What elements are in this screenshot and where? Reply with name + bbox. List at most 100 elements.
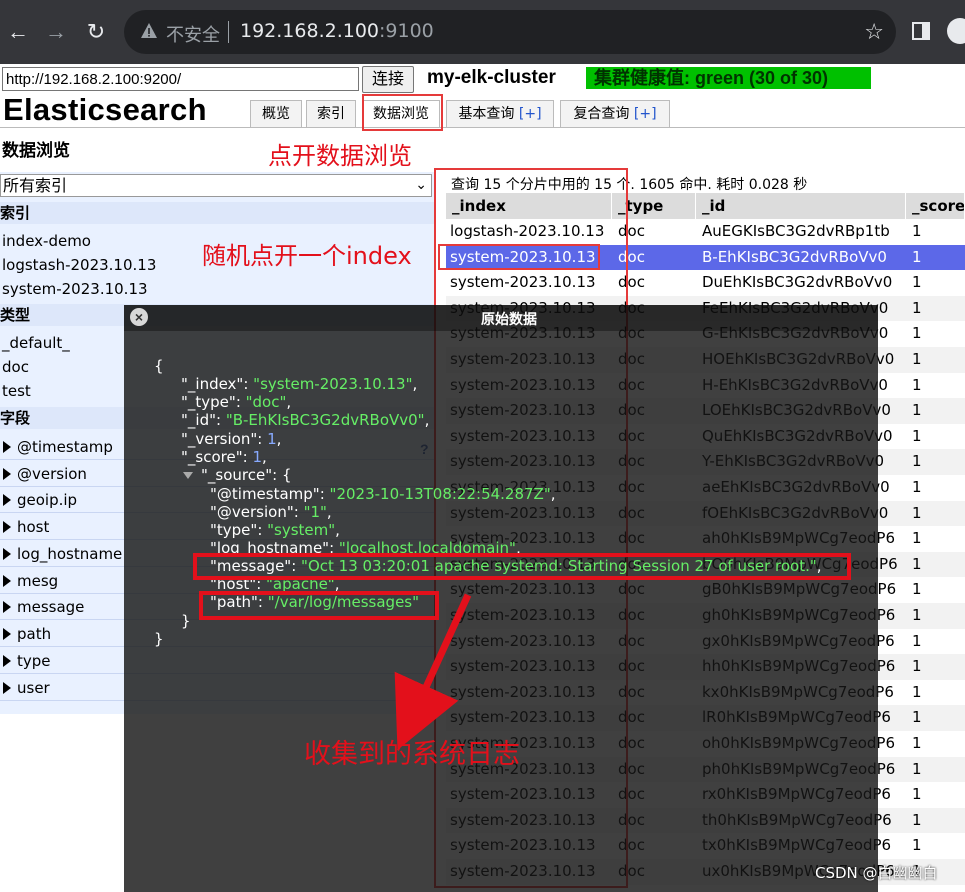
cell-score: 1 [912, 478, 922, 496]
expand-triangle-icon [3, 682, 11, 694]
side-panel-icon[interactable] [912, 22, 930, 40]
field-label: @version [17, 465, 87, 483]
index-item[interactable]: index-demo [2, 232, 91, 250]
reload-button[interactable]: ↻ [78, 14, 114, 50]
json-key: "@version" [210, 503, 294, 521]
highlight-box-path [199, 591, 439, 620]
url-text[interactable]: 192.168.2.100:9100 [240, 20, 434, 42]
json-line: "@timestamp": "2023-10-13T08:22:54.287Z"… [210, 485, 556, 503]
highlight-box-browse-tab [362, 94, 443, 131]
type-item[interactable]: test [2, 382, 31, 400]
annotation-open-index: 随机点开一个index [202, 242, 412, 270]
json-key: "_source" [201, 466, 273, 484]
tab-overview[interactable]: 概览 [250, 100, 302, 127]
app-title: Elasticsearch [3, 92, 207, 127]
cell-score: 1 [912, 708, 922, 727]
cell-score: 1 [912, 606, 922, 624]
expand-triangle-icon [3, 575, 11, 587]
cell-score: 1 [912, 401, 922, 420]
cell-id: DuEhKIsBC3G2dvRBoVv0 [702, 273, 893, 292]
json-key: "@timestamp" [210, 485, 320, 503]
expand-triangle-icon [3, 628, 11, 640]
json-brace: } [154, 630, 164, 648]
json-value: 1 [267, 430, 277, 448]
json-brace: } [181, 612, 191, 630]
reload-icon: ↻ [86, 19, 106, 44]
url-port: :9100 [379, 20, 434, 42]
collapse-triangle-icon[interactable] [183, 472, 193, 479]
cell-score: 1 [912, 580, 922, 599]
tab-indices[interactable]: 索引 [306, 100, 356, 127]
highlight-box-selected-row [438, 244, 600, 270]
cell-score: 1 [912, 426, 922, 445]
json-punct: , [424, 411, 430, 429]
type-item[interactable]: doc [2, 358, 29, 376]
column-header-score[interactable]: _score [906, 193, 965, 219]
cell-score: 1 [912, 785, 922, 804]
url-host: 192.168.2.100 [240, 20, 380, 42]
cell-id: B-EhKIsBC3G2dvRBoVv0 [702, 247, 887, 266]
json-key: "_index" [181, 375, 244, 393]
json-key: "_type" [181, 393, 236, 411]
warning-icon [141, 23, 157, 38]
json-line: } [154, 630, 164, 648]
tab-compound-query[interactable]: 复合查询 [+] [560, 100, 670, 127]
json-value: "system-2023.10.13" [253, 375, 413, 393]
index-select[interactable]: 所有索引 ⌄ [0, 174, 432, 197]
tab-divider [0, 127, 965, 128]
json-line[interactable]: "_source": { [183, 466, 292, 484]
expand-triangle-icon [3, 548, 11, 560]
json-value: "1" [303, 503, 327, 521]
json-punct: { [281, 466, 292, 484]
column-header-id[interactable]: _id [696, 193, 906, 219]
field-label: log_hostname [17, 545, 123, 563]
connection-url-input[interactable] [2, 67, 359, 91]
chevron-down-icon: ⌄ [415, 177, 427, 193]
json-value: 1 [252, 448, 262, 466]
cell-score: 1 [912, 273, 922, 292]
json-line: "_type": "doc", [181, 393, 292, 411]
tab-basic-query[interactable]: 基本查询 [+] [446, 100, 554, 127]
dialog-title: 原始数据 [481, 312, 537, 328]
json-key: "_id" [181, 411, 216, 429]
annotation-collected-logs: 收集到的系统日志 [304, 739, 520, 770]
cell-score: 1 [912, 657, 922, 676]
tab-plus[interactable]: [+] [519, 106, 542, 122]
browser-toolbar: ← → ↻ 不安全 192.168.2.100:9100 ☆ [0, 0, 965, 64]
json-line: "type": "system", [210, 521, 340, 539]
profile-avatar-icon[interactable] [947, 18, 965, 44]
cell-score: 1 [912, 810, 922, 829]
json-line: "_index": "system-2023.10.13", [181, 375, 418, 393]
back-button[interactable]: ← [0, 14, 36, 50]
cell-score: 1 [912, 375, 922, 394]
json-punct: , [286, 393, 292, 411]
index-item[interactable]: logstash-2023.10.13 [2, 256, 156, 274]
security-label[interactable]: 不安全 [166, 21, 220, 47]
field-label: geoip.ip [17, 491, 78, 509]
expand-triangle-icon [3, 521, 11, 533]
json-punct: , [412, 375, 418, 393]
cell-type: doc [618, 247, 645, 266]
json-punct: , [335, 521, 340, 539]
forward-button[interactable]: → [38, 14, 74, 50]
json-key: "type" [210, 521, 258, 539]
cluster-health-badge: 集群健康值: green (30 of 30) [586, 67, 871, 89]
cell-type: doc [618, 222, 645, 240]
cell-type: doc [618, 273, 645, 292]
cluster-name: my-elk-cluster [427, 67, 556, 88]
json-value: "2023-10-13T08:22:54.287Z" [329, 485, 551, 503]
bookmark-star-icon[interactable]: ☆ [864, 19, 884, 45]
json-value: "B-EhKIsBC3G2dvRBoVv0" [225, 411, 425, 429]
connect-button[interactable]: 连接 [362, 66, 414, 93]
tab-plus[interactable]: [+] [634, 106, 657, 122]
field-label: mesg [17, 572, 59, 590]
index-item[interactable]: system-2023.10.13 [2, 280, 148, 298]
arrow-right-icon: → [45, 19, 67, 44]
cell-score: 1 [912, 350, 922, 368]
tab-label: 基本查询 [458, 106, 515, 122]
cell-score: 1 [912, 682, 922, 701]
json-punct: , [550, 485, 556, 503]
type-item[interactable]: _default_ [2, 334, 70, 352]
json-value: "system" [267, 521, 336, 539]
address-bar[interactable]: 不安全 192.168.2.100:9100 ☆ [124, 10, 896, 54]
